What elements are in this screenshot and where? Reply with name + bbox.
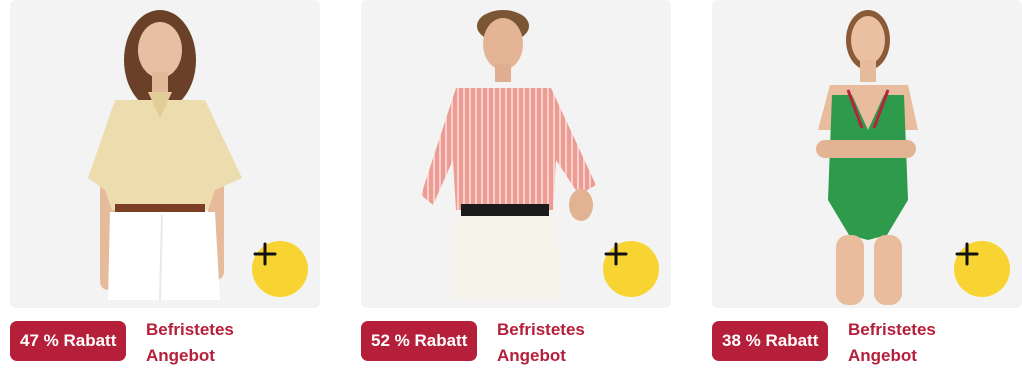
plus-icon (955, 242, 979, 266)
product-card[interactable]: 47 % Rabatt Befristetes Angebot (10, 0, 320, 372)
discount-badge: 52 % Rabatt (361, 321, 478, 361)
plus-icon (604, 242, 628, 266)
limited-offer-label: Befristetes Angebot (848, 317, 998, 369)
offer-line-2: Angebot (497, 346, 566, 365)
product-image[interactable] (10, 0, 320, 308)
discount-badge: 47 % Rabatt (10, 321, 127, 361)
product-image[interactable] (361, 0, 671, 308)
offer-line-2: Angebot (848, 346, 917, 365)
add-to-cart-button[interactable] (954, 241, 1010, 297)
add-to-cart-button[interactable] (603, 241, 659, 297)
add-to-cart-button[interactable] (252, 241, 308, 297)
limited-offer-label: Befristetes Angebot (146, 317, 296, 369)
plus-icon (253, 242, 277, 266)
limited-offer-label: Befristetes Angebot (497, 317, 647, 369)
product-image[interactable] (712, 0, 1022, 308)
offer-line-1: Befristetes (146, 320, 234, 339)
discount-badge: 38 % Rabatt (712, 321, 829, 361)
offer-line-1: Befristetes (848, 320, 936, 339)
product-card[interactable]: 38 % Rabatt Befristetes Angebot (712, 0, 1022, 372)
offer-line-2: Angebot (146, 346, 215, 365)
product-card[interactable]: 52 % Rabatt Befristetes Angebot (361, 0, 671, 372)
offer-line-1: Befristetes (497, 320, 585, 339)
